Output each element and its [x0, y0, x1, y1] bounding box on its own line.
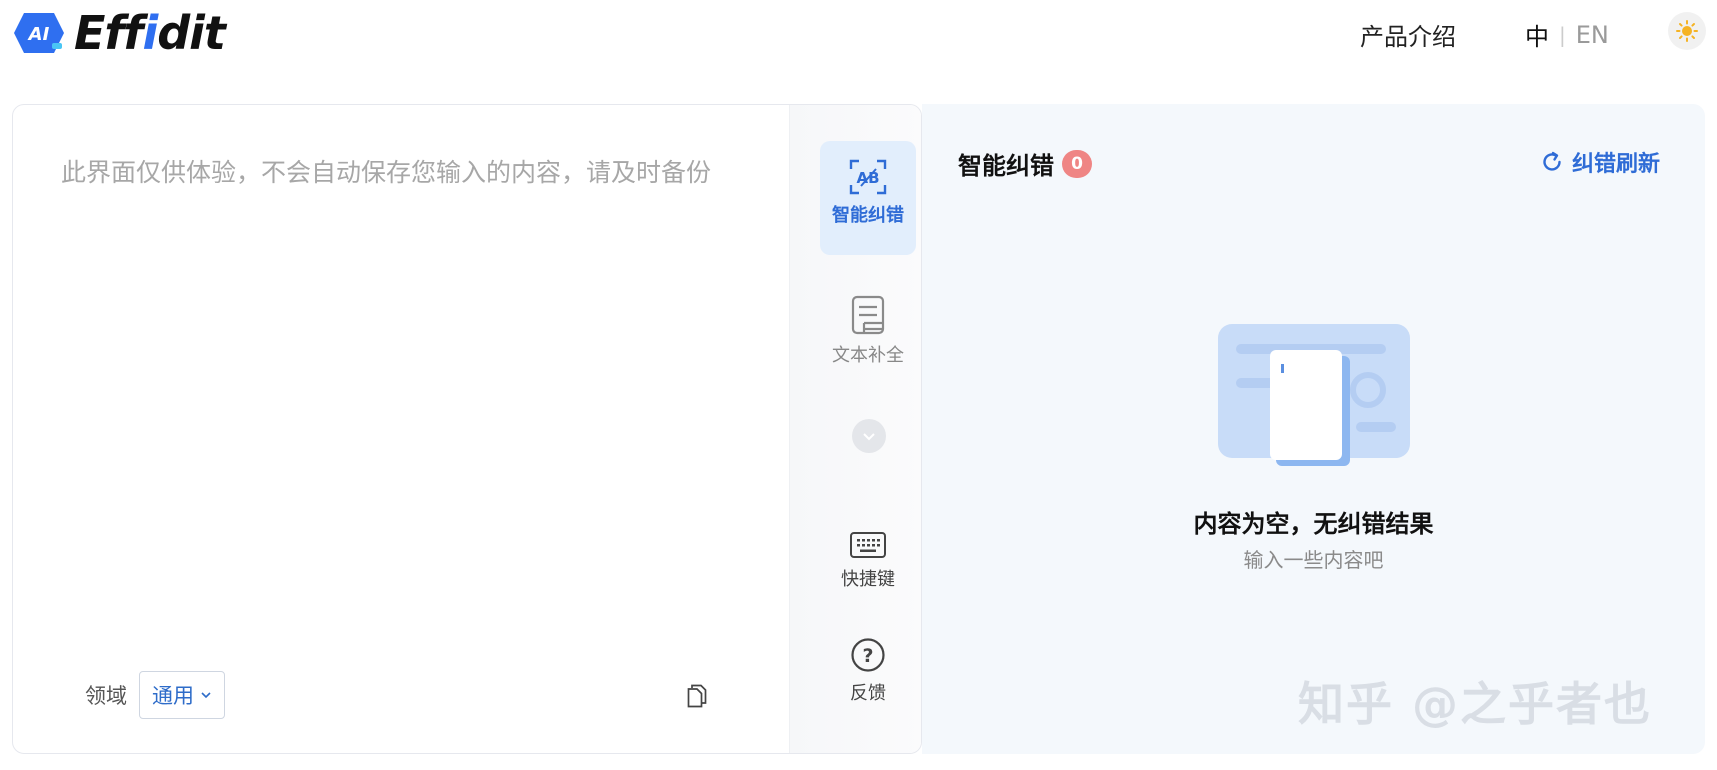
copy-button[interactable] [685, 683, 711, 709]
domain-select[interactable]: 通用 [139, 671, 225, 719]
refresh-correction-button[interactable]: 纠错刷新 [1540, 146, 1660, 178]
watermark: 知乎 @之乎者也 [1298, 677, 1653, 731]
logo-text-post: dit [157, 6, 226, 60]
tool-text-completion-label: 文本补全 [832, 345, 904, 366]
chevron-down-icon [863, 432, 875, 440]
empty-state-illustration [1218, 318, 1412, 468]
domain-label: 领域 [85, 684, 127, 708]
tool-smart-correction-label: 智能纠错 [832, 205, 904, 226]
tool-side-panel: AB 智能纠错 文本补全 [789, 105, 921, 753]
logo-badge-text: AI [27, 24, 50, 45]
refresh-icon [1543, 151, 1561, 171]
tool-shortcuts-label: 快捷键 [841, 569, 895, 590]
empty-state-subtitle: 输入一些内容吧 [1243, 548, 1384, 572]
lang-zh-option[interactable]: 中 [1525, 17, 1549, 52]
tool-shortcuts[interactable]: 快捷键 [820, 531, 916, 591]
sun-icon [1676, 20, 1698, 42]
logo-text-i: i [142, 6, 158, 60]
refresh-correction-label: 纠错刷新 [1572, 152, 1661, 177]
tool-feedback-label: 反馈 [850, 683, 886, 704]
lang-en-option[interactable]: EN [1576, 21, 1609, 49]
correction-result-panel: 智能纠错 0 纠错刷新 内容为空，无纠错结果 输入一些内容吧 知乎 @之乎者也 [922, 104, 1705, 754]
editor-card: 此界面仅供体验，不会自动保存您输入的内容，请及时备份 领域 通用 智能纠错 文本… [12, 104, 922, 754]
tool-text-completion[interactable]: 文本补全 [820, 295, 916, 367]
chevron-down-icon [201, 692, 211, 699]
ai-logo-icon: AI [12, 11, 66, 55]
logo[interactable]: AI Effidit [12, 6, 226, 60]
result-title: 智能纠错 [958, 152, 1054, 180]
feedback-icon-text: ? [862, 645, 873, 667]
header: AI Effidit 产品介绍 中 | EN [0, 0, 1717, 70]
tool-smart-correction[interactable]: AB 智能纠错 [820, 141, 916, 255]
copy-icon [687, 684, 707, 708]
lang-separator: | [1559, 22, 1566, 47]
text-editor[interactable]: 此界面仅供体验，不会自动保存您输入的内容，请及时备份 领域 通用 [13, 105, 789, 753]
scan-correction-icon: AB [849, 159, 887, 195]
language-switch: 中 | EN [1525, 17, 1609, 52]
tool-feedback[interactable]: ? 反馈 [820, 637, 916, 705]
empty-state-title: 内容为空，无纠错结果 [1193, 510, 1434, 538]
domain-row: 领域 通用 [85, 671, 225, 719]
result-header: 智能纠错 0 [958, 146, 1092, 181]
page: AI Effidit 产品介绍 中 | EN 此界面仅供体验，不会自动保存您输入… [0, 0, 1717, 770]
error-count-badge: 0 [1062, 149, 1092, 178]
theme-toggle-button[interactable] [1668, 12, 1706, 50]
editor-placeholder: 此界面仅供体验，不会自动保存您输入的内容，请及时备份 [61, 158, 712, 187]
nav-product-intro[interactable]: 产品介绍 [1360, 17, 1456, 52]
logo-text: Effidit [74, 6, 226, 60]
logo-text-pre: Eff [74, 6, 143, 60]
question-circle-icon: ? [851, 638, 885, 672]
domain-select-value: 通用 [152, 684, 194, 708]
keyboard-icon [850, 532, 886, 558]
expand-tools-button[interactable] [852, 419, 886, 453]
document-complete-icon [851, 295, 885, 335]
